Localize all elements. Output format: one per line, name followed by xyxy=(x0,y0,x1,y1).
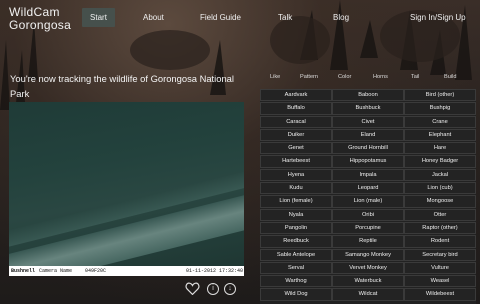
animal-choice[interactable]: Kudu xyxy=(260,182,332,195)
animal-choice[interactable]: Honey Badger xyxy=(404,155,476,168)
animal-choice[interactable]: Rodent xyxy=(404,235,476,248)
camera-brand: Bushnell xyxy=(11,268,36,274)
animal-choice[interactable]: Raptor (other) xyxy=(404,221,476,235)
animal-choice[interactable]: Bird (other) xyxy=(404,89,476,102)
animal-choice[interactable]: Secretary bird xyxy=(404,248,476,261)
animal-choice[interactable]: Porcupine xyxy=(332,221,404,235)
nav-sign-in[interactable]: Sign In/Sign Up xyxy=(410,13,466,22)
animal-choice[interactable]: Elephant xyxy=(404,128,476,142)
nav-blog[interactable]: Blog xyxy=(333,13,349,22)
camera-name: Camera Name xyxy=(39,268,73,274)
animal-choice[interactable]: Samango Monkey xyxy=(332,248,404,261)
camera-time: 17:32:40 xyxy=(219,268,244,274)
animal-choice[interactable]: Hartebeest xyxy=(260,155,332,168)
animal-choice-grid: Aardvark Baboon Bird (other) Buffalo Bushbuc… xyxy=(260,89,476,304)
animal-choice[interactable]: Bushbuck xyxy=(332,102,404,115)
animal-choice[interactable]: Caracal xyxy=(260,115,332,128)
animal-choice[interactable]: Wildebeest xyxy=(404,288,476,301)
animal-choice[interactable]: Buffalo xyxy=(260,102,332,115)
animal-choice[interactable]: Eland xyxy=(332,128,404,142)
animal-choice[interactable]: Hippopotamus xyxy=(332,155,404,168)
animal-choice[interactable]: Sable Antelope xyxy=(260,248,332,261)
animal-choice[interactable]: Reptile xyxy=(332,235,404,248)
animal-choice[interactable]: Lion (male) xyxy=(332,195,404,208)
animal-choice[interactable]: Wild Dog xyxy=(260,288,332,301)
animal-choice[interactable]: Duiker xyxy=(260,128,332,142)
nav-about[interactable]: About xyxy=(143,13,164,22)
camera-trap-video[interactable]: Bushnell Camera Name 049F20C 01-11-2012 … xyxy=(9,102,244,276)
animal-choice[interactable]: Civet xyxy=(332,115,404,128)
site-logo[interactable]: WildCam Gorongosa xyxy=(9,6,71,32)
animal-choice[interactable]: Mongoose xyxy=(404,195,476,208)
animal-choice[interactable]: Serval xyxy=(260,261,332,275)
animal-choice[interactable]: Bushpig xyxy=(404,102,476,115)
camera-temperature: 049F20C xyxy=(85,268,107,274)
animal-choice[interactable]: Ground Hornbill xyxy=(332,142,404,155)
nav-start[interactable]: Start xyxy=(82,8,115,27)
animal-choice[interactable]: Reedbuck xyxy=(260,235,332,248)
animal-choice[interactable]: Lion (cub) xyxy=(404,182,476,195)
animal-choice[interactable]: Aardvark xyxy=(260,89,332,102)
filter-pattern[interactable]: Pattern xyxy=(300,74,318,80)
filter-tail[interactable]: Tail xyxy=(411,74,419,80)
animal-choice[interactable]: Impala xyxy=(332,168,404,182)
animal-choice[interactable]: Leopard xyxy=(332,182,404,195)
animal-choice[interactable]: Vervet Monkey xyxy=(332,261,404,275)
animal-choice[interactable]: Hyena xyxy=(260,168,332,182)
animal-choice[interactable]: Genet xyxy=(260,142,332,155)
animal-choice[interactable]: Oribi xyxy=(332,208,404,221)
animal-choice[interactable]: Weasel xyxy=(404,275,476,288)
animal-choice[interactable]: Hare xyxy=(404,142,476,155)
heart-icon[interactable] xyxy=(185,282,201,296)
filter-build[interactable]: Build xyxy=(444,74,456,80)
download-icon[interactable]: ↓ xyxy=(224,283,236,295)
filter-color[interactable]: Color xyxy=(338,74,351,80)
filter-like[interactable]: Like xyxy=(270,74,280,80)
camera-info-bar: Bushnell Camera Name 049F20C 01-11-2012 … xyxy=(9,266,244,276)
animal-choice[interactable]: Jackal xyxy=(404,168,476,182)
animal-choice[interactable]: Lion (female) xyxy=(260,195,332,208)
animal-choice[interactable]: Crane xyxy=(404,115,476,128)
camera-date: 01-11-2012 xyxy=(186,268,217,274)
nav-field-guide[interactable]: Field Guide xyxy=(200,13,241,22)
animal-choice[interactable]: Warthog xyxy=(260,275,332,288)
info-icon[interactable]: i xyxy=(207,283,219,295)
filter-horns[interactable]: Horns xyxy=(373,74,388,80)
animal-choice[interactable]: Vulture xyxy=(404,261,476,275)
page-headline: You're now tracking the wildlife of Goro… xyxy=(10,73,234,99)
animal-choice[interactable]: Otter xyxy=(404,208,476,221)
animal-choice[interactable]: Baboon xyxy=(332,89,404,102)
animal-choice[interactable]: Nyala xyxy=(260,208,332,221)
animal-choice[interactable]: Pangolin xyxy=(260,221,332,235)
nav-talk[interactable]: Talk xyxy=(278,13,292,22)
logo-line-2: Gorongosa xyxy=(9,18,72,32)
animal-choice[interactable]: Wildcat xyxy=(332,288,404,301)
animal-choice[interactable]: Waterbuck xyxy=(332,275,404,288)
